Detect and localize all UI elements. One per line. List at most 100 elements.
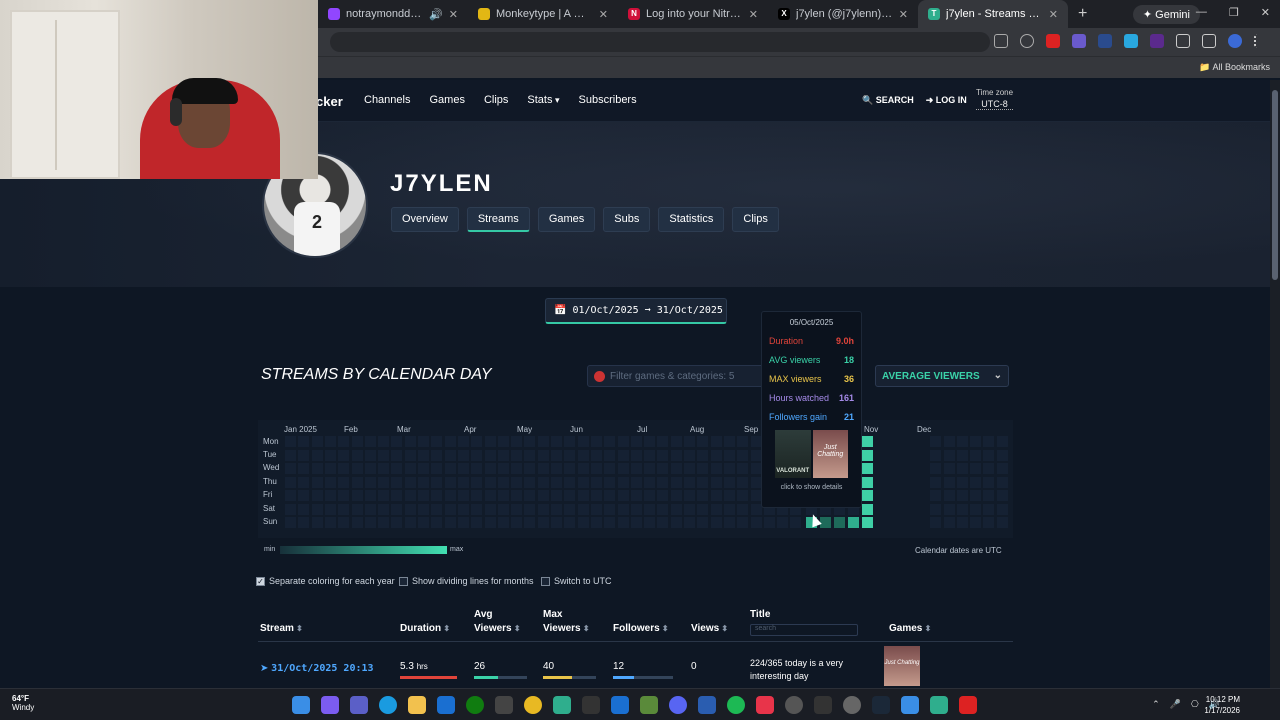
nav-subscribers[interactable]: Subscribers [579,94,637,106]
xbox-icon[interactable] [466,696,484,714]
close-icon[interactable]: ✕ [749,8,758,21]
site-logo[interactable]: cker [316,94,343,109]
tab-statistics[interactable]: Statistics [658,207,725,232]
date-range-picker[interactable]: 📅 01/Oct/2025 ➞ 31/Oct/2025 [545,298,727,324]
browser-tab[interactable]: X j7ylen (@j7ylenn) / X ✕ [768,0,918,28]
game-thumbnail[interactable]: Just Chatting [884,646,920,686]
browser-tab[interactable]: Monkeytype | A minimalistic ✕ [468,0,618,28]
calendar-day-cell[interactable] [862,476,873,488]
gemini-button[interactable]: ✦ Gemini [1132,4,1200,24]
app-icon[interactable] [698,696,716,714]
app-icon[interactable] [553,696,571,714]
option-separate-coloring[interactable]: ✓ Separate coloring for each year [256,576,395,586]
app-icon[interactable] [930,696,948,714]
mute-icon[interactable]: 🔊 [429,8,443,21]
install-icon[interactable] [994,34,1008,48]
chevron-up-icon[interactable]: ⌃ [1152,699,1160,710]
calendar-day-cell[interactable] [862,517,873,528]
games-filter-input[interactable]: Filter games & categories: 5 [587,365,765,387]
col-avg-line1[interactable]: Avg [474,609,493,620]
menu-icon[interactable] [1254,34,1268,48]
settings-icon[interactable] [843,696,861,714]
teams-icon[interactable] [350,696,368,714]
checkbox[interactable] [399,576,408,586]
browser-tab-active[interactable]: T j7ylen - Streams List and Stat ✕ [918,0,1068,28]
nav-clips[interactable]: Clips [484,94,508,106]
app-icon[interactable] [814,696,832,714]
maximize-icon[interactable]: ❐ [1229,6,1239,19]
search-button[interactable]: 🔍 SEARCH [862,95,914,106]
close-icon[interactable]: ✕ [1049,8,1058,21]
option-switch-utc[interactable]: Switch to UTC [541,576,612,586]
timezone-selector[interactable]: Time zone UTC-8 [976,88,1014,110]
bookmark-star-icon[interactable] [1020,34,1034,48]
puzzle-icon[interactable] [1176,34,1190,48]
sidepanel-icon[interactable] [1202,34,1216,48]
spotify-icon[interactable] [727,696,745,714]
app-icon[interactable] [611,696,629,714]
steam-icon[interactable] [872,696,890,714]
col-max[interactable]: Viewers [543,623,590,634]
option-month-lines[interactable]: Show dividing lines for months [399,576,534,586]
nav-channels[interactable]: Channels [364,94,410,106]
tab-subs[interactable]: Subs [603,207,651,232]
scrollbar-thumb[interactable] [1272,90,1278,280]
tab-games[interactable]: Games [537,207,596,232]
col-views[interactable]: Views [691,623,728,634]
microphone-icon[interactable]: 🎤 [1170,699,1181,710]
calendar-day-cell[interactable] [862,436,873,447]
new-tab-button[interactable]: + [1068,5,1097,23]
nav-stats[interactable]: Stats [527,94,559,106]
network-icon[interactable]: ⎔ [1191,699,1199,710]
minimize-icon[interactable]: — [1196,6,1207,19]
chrome-icon[interactable] [524,696,542,714]
calendar-day-cell[interactable] [862,490,873,501]
omnibox-input[interactable] [330,32,990,52]
col-max-line1[interactable]: Max [543,609,562,620]
tab-clips[interactable]: Clips [732,207,779,232]
edge-icon[interactable] [379,696,397,714]
browser-tab[interactable]: notraymondd - Twitch 🔊 ✕ [318,0,468,28]
metric-select[interactable]: AVERAGE VIEWERS ⌄ [875,365,1009,387]
tab-overview[interactable]: Overview [391,207,459,232]
checkbox[interactable] [541,576,550,586]
stream-link[interactable]: ➤ 31/Oct/2025 20:13 [260,663,374,674]
day-tooltip[interactable]: 05/Oct/2025 Duration 9.0h AVG viewers 18… [761,311,862,508]
store-icon[interactable] [495,696,513,714]
weather-widget[interactable]: 64°F Windy [12,694,34,712]
extension-icon[interactable] [1124,34,1138,48]
taskbar-clock[interactable]: 10:12 PM 1/17/2026 [1204,694,1240,716]
profile-avatar-icon[interactable] [1228,34,1242,48]
col-followers[interactable]: Followers [613,623,669,634]
calendar-day-cell[interactable] [820,517,831,528]
all-bookmarks-button[interactable]: 📁 All Bookmarks [1199,62,1270,73]
music-icon[interactable] [756,696,774,714]
title-search-input[interactable]: search [750,624,858,636]
extension-icon[interactable] [1072,34,1086,48]
app-icon[interactable] [959,696,977,714]
extension-icon[interactable] [1098,34,1112,48]
calendar-day-cell[interactable] [834,517,845,528]
file-explorer-icon[interactable] [408,696,426,714]
browser-tab[interactable]: N Log into your Nitro Type acc ✕ [618,0,768,28]
close-icon[interactable]: ✕ [449,8,458,21]
calendar-day-cell[interactable] [848,517,859,528]
copilot-icon[interactable] [321,696,339,714]
close-icon[interactable]: ✕ [899,8,908,21]
discord-icon[interactable] [669,696,687,714]
tab-streams[interactable]: Streams [466,207,530,232]
nav-games[interactable]: Games [429,94,464,106]
outlook-icon[interactable] [437,696,455,714]
login-button[interactable]: ➜ LOG IN [926,95,967,106]
epic-icon[interactable] [582,696,600,714]
calendar-day-cell[interactable] [862,463,873,474]
checkbox-checked[interactable]: ✓ [256,576,265,586]
col-games[interactable]: Games [889,623,931,634]
app-icon[interactable] [785,696,803,714]
windows-start-icon[interactable] [292,696,310,714]
app-icon[interactable] [901,696,919,714]
col-avg[interactable]: Viewers [474,623,521,634]
extension-icon[interactable] [1046,34,1060,48]
close-icon[interactable]: ✕ [599,8,608,21]
calendar-day-cell[interactable] [862,449,873,461]
